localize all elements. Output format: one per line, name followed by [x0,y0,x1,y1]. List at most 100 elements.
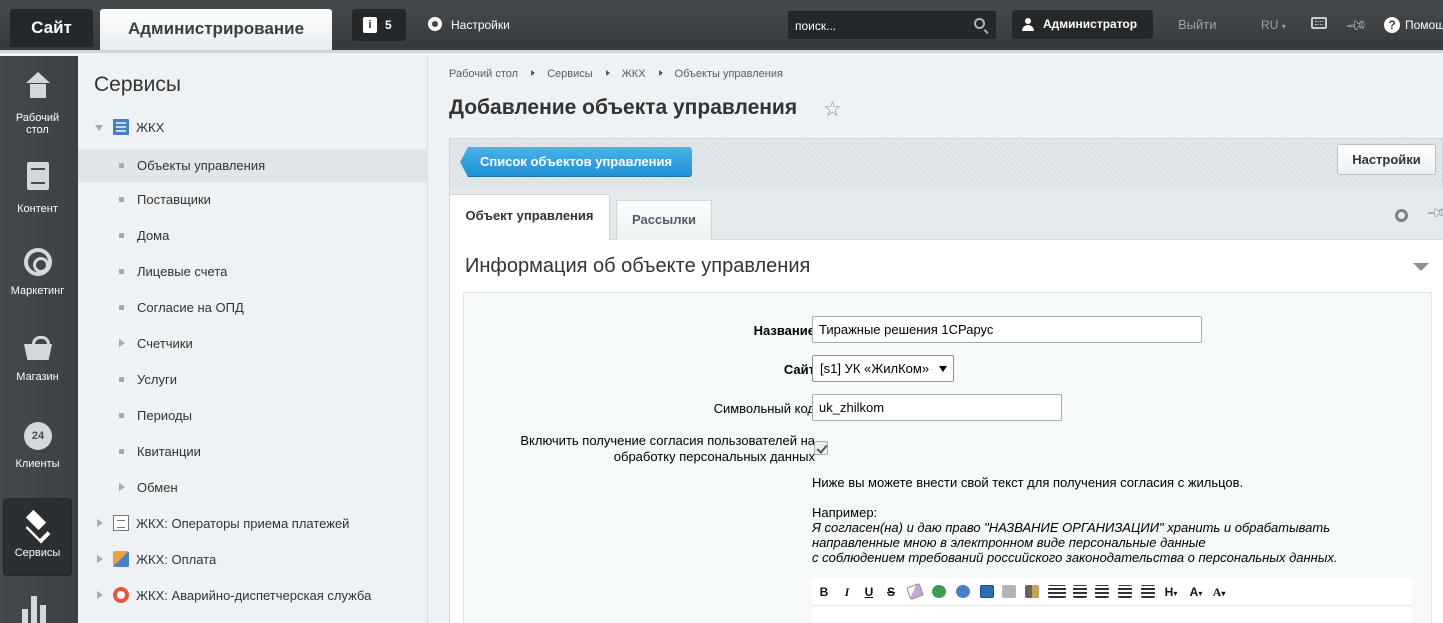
star-icon[interactable]: ☆ [823,98,842,122]
image-icon[interactable] [980,585,994,598]
bullet-icon [119,377,124,382]
submenu-item-label: Лицевые счета [137,264,228,279]
unlink-icon[interactable] [956,585,970,598]
tab-management-object[interactable]: Объект управления [450,194,610,241]
bullet-icon [119,233,124,238]
user-button[interactable]: Администратор [1012,10,1153,39]
indent-icon[interactable] [1141,585,1155,598]
breadcrumb-item[interactable]: Сервисы [547,68,593,80]
consent-label-2: обработку персональных данных [613,449,815,464]
heading-button[interactable]: H▾ [1162,583,1180,601]
keyboard-icon[interactable] [1311,17,1327,29]
consent-editor-area[interactable] [812,606,1412,623]
settings-button[interactable]: Настройки [1337,144,1436,175]
submenu-group-label: ЖКХ: Оплата [136,552,217,567]
analytics-icon[interactable] [22,596,48,623]
tabs-bar: Объект управления Рассылки 📌︎ [449,188,1443,241]
breadcrumb-item[interactable]: Рабочий стол [449,68,518,80]
menu-clients[interactable]: 24 Клиенты [4,412,71,488]
bullet-icon [119,413,124,418]
notifications-button[interactable]: i 5 [352,9,406,41]
site-button[interactable]: Сайт [10,9,93,47]
submenu-group-payment-operators[interactable]: ЖКХ: Операторы приема платежей [78,507,428,540]
menu-content[interactable]: Контент [4,152,71,228]
media-icon[interactable] [1002,585,1016,598]
submenu-item-suppliers[interactable]: Поставщики [78,183,428,216]
menu-desktop[interactable]: Рабочий стол [4,60,71,136]
site-select[interactable]: [s1] УК «ЖилКом» [812,355,954,382]
submenu-item-label: Квитанции [137,444,201,459]
submenu-item-label: Объекты управления [137,158,266,173]
chevron-right-icon[interactable] [119,339,125,347]
pin-icon[interactable]: 📌︎ [1343,11,1371,39]
chevron-right-icon[interactable] [97,591,103,599]
submenu-item-label: Обмен [137,480,178,495]
help-label: Помощь [1405,18,1443,32]
submenu-item-meters[interactable]: Счетчики [78,327,428,360]
eraser-icon[interactable] [906,582,924,601]
toolbar: Список объектов управления Настройки [449,138,1443,188]
example-title: Например: [812,505,878,520]
outdent-icon[interactable] [1118,585,1132,598]
bold-button[interactable]: B [818,583,830,601]
font-family-button[interactable]: A▾ [1210,583,1228,601]
code-field[interactable]: uk_zhilkom [812,394,1062,421]
bullet-icon [119,305,124,310]
language-selector[interactable]: RU ▾ [1261,14,1286,38]
example-line-1: Я согласен(на) и даю право "НАЗВАНИЕ ОРГ… [812,520,1331,535]
ordered-list-icon[interactable] [1073,585,1087,598]
submenu-item-consent[interactable]: Согласие на ОПД [78,291,428,324]
basket-icon [24,336,52,360]
top-settings-button[interactable]: Настройки [428,14,510,36]
chevron-right-icon[interactable] [119,483,125,491]
search-icon[interactable] [974,18,985,29]
chevron-down-icon[interactable] [95,125,103,131]
submenu-item-objects[interactable]: Объекты управления [78,149,428,182]
gear-icon[interactable] [1395,209,1408,222]
bullet-list-icon[interactable] [1095,585,1109,598]
name-field[interactable]: Тиражные решения 1СРарус [812,316,1202,343]
submenu-group-emergency[interactable]: ЖКХ: Аварийно-диспетчерская служба [78,579,428,612]
admin-button[interactable]: Администрирование [100,9,332,50]
font-size-button[interactable]: A▾ [1187,583,1205,601]
submenu-item-accounts[interactable]: Лицевые счета [78,255,428,288]
chevron-down-icon: ▾ [1281,22,1286,31]
chevron-right-icon[interactable] [97,555,103,563]
tab-mailings[interactable]: Рассылки [616,200,712,240]
italic-button[interactable]: I [841,583,853,601]
submenu-item-houses[interactable]: Дома [78,219,428,252]
services-menu: Сервисы ЖКХ Объекты управления Поставщик… [78,56,428,623]
submenu-item-periods[interactable]: Периоды [78,399,428,432]
menu-shop[interactable]: Магазин [4,324,71,400]
link-icon[interactable] [932,585,946,598]
logout-link[interactable]: Выйти [1178,14,1217,36]
submenu-group-payment[interactable]: ЖКХ: Оплата [78,543,428,576]
submenu-item-services[interactable]: Услуги [78,363,428,396]
objects-list-button[interactable]: Список объектов управления [460,147,692,177]
breadcrumb-item[interactable]: ЖКХ [622,68,646,80]
style-icon[interactable] [1025,585,1039,598]
submenu-item-exchange[interactable]: Обмен [78,471,428,504]
clock-24-icon: 24 [24,422,52,450]
bullet-icon [119,163,124,168]
menu-marketing[interactable]: Маркетинг [4,238,71,314]
align-icon[interactable] [1048,585,1066,598]
menu-services-label: Сервисы [14,547,61,559]
bullet-icon [119,449,124,454]
pin-icon[interactable]: 📌︎ [1425,202,1443,225]
underline-button[interactable]: U [863,583,875,601]
strike-button[interactable]: S [885,583,897,601]
menu-desktop-label-2: стол [26,124,49,136]
chevron-right-icon[interactable] [97,519,103,527]
submenu-item-receipts[interactable]: Квитанции [78,435,428,468]
submenu-root-zhkh[interactable]: ЖКХ [78,111,428,144]
consent-checkbox[interactable] [814,441,828,455]
top-bar: Сайт Администрирование i 5 Настройки Адм… [0,0,1443,53]
breadcrumb-item[interactable]: Объекты управления [675,68,783,80]
search-input[interactable] [795,16,970,35]
user-label: Администратор [1043,17,1138,31]
menu-services[interactable]: Сервисы [4,499,71,575]
chevron-down-icon[interactable] [1413,263,1429,271]
help-link[interactable]: ? Помощь [1384,14,1443,36]
site-select-value: [s1] УК «ЖилКом» [820,361,930,376]
